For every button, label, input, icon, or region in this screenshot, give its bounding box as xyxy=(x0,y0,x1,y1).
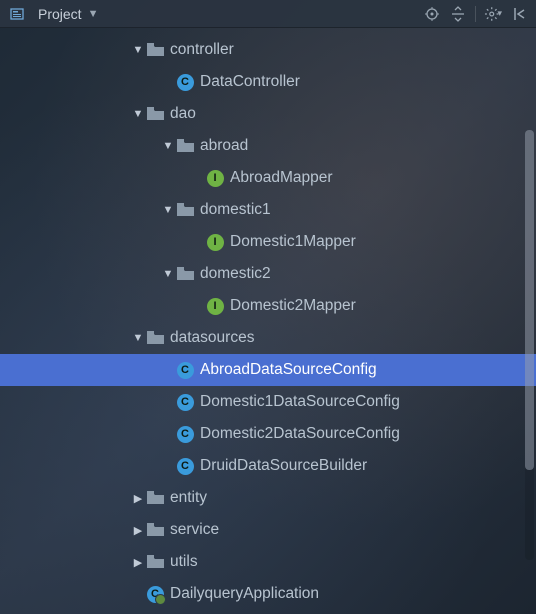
interface-icon: I xyxy=(206,169,224,187)
separator xyxy=(475,6,476,22)
tree-node-label: Domestic2Mapper xyxy=(230,297,356,315)
class-icon: C xyxy=(176,457,194,475)
tree-node-label: service xyxy=(170,521,219,539)
expand-collapse-icon[interactable]: ▼ xyxy=(160,204,176,216)
tree-node-label: Domestic2DataSourceConfig xyxy=(200,425,400,443)
class-icon: C xyxy=(176,361,194,379)
interface-icon: I xyxy=(206,233,224,251)
expand-collapse-icon[interactable]: ▼ xyxy=(160,140,176,152)
tree-row[interactable]: ▼ domestic1 xyxy=(0,194,536,226)
project-pane-icon xyxy=(8,5,26,23)
scrollbar[interactable] xyxy=(525,130,534,560)
expand-expand-icon[interactable]: ▶ xyxy=(130,524,146,537)
expand-collapse-icon[interactable]: ▼ xyxy=(130,108,146,120)
chevron-down-icon: ▼ xyxy=(88,8,99,20)
class-icon: C xyxy=(176,73,194,91)
tree-row[interactable]: ▶ utils xyxy=(0,546,536,578)
app-class-icon: C xyxy=(146,585,164,603)
tree-row[interactable]: ▶CDomestic2DataSourceConfig xyxy=(0,418,536,450)
tree-node-label: datasources xyxy=(170,329,254,347)
tree-row[interactable]: ▼ abroad xyxy=(0,130,536,162)
tree-row[interactable]: ▶IAbroadMapper xyxy=(0,162,536,194)
folder-icon xyxy=(146,105,164,123)
scrollbar-thumb[interactable] xyxy=(525,130,534,470)
folder-icon xyxy=(176,265,194,283)
expand-collapse-icon[interactable]: ▼ xyxy=(130,332,146,344)
folder-icon xyxy=(146,41,164,59)
tree-node-label: dao xyxy=(170,105,196,123)
tool-window-header: Project ▼ ▾ xyxy=(0,0,536,28)
tree-row[interactable]: ▶ entity xyxy=(0,482,536,514)
expand-expand-icon[interactable]: ▶ xyxy=(130,556,146,569)
folder-icon xyxy=(146,521,164,539)
project-view-selector[interactable]: Project ▼ xyxy=(8,5,98,23)
folder-icon xyxy=(146,329,164,347)
tree-node-label: Domestic1DataSourceConfig xyxy=(200,393,400,411)
tree-node-label: Domestic1Mapper xyxy=(230,233,356,251)
tree-node-label: DataController xyxy=(200,73,300,91)
project-tree[interactable]: ▼ controller ▶ C DataController ▼ dao ▼ abroad ▶ I… xyxy=(0,28,536,610)
tree-node-label: DruidDataSourceBuilder xyxy=(200,457,367,475)
tree-row[interactable]: ▶CDataController xyxy=(0,66,536,98)
collapse-all-icon[interactable] xyxy=(449,5,467,23)
tree-row[interactable]: ▶IDomestic2Mapper xyxy=(0,290,536,322)
tree-node-label: domestic2 xyxy=(200,265,271,283)
class-icon: C xyxy=(176,425,194,443)
tree-node-label: AbroadDataSourceConfig xyxy=(200,361,377,379)
tree-node-label: domestic1 xyxy=(200,201,271,219)
expand-collapse-icon[interactable]: ▼ xyxy=(130,44,146,56)
tree-row[interactable]: ▶ service xyxy=(0,514,536,546)
folder-icon xyxy=(176,137,194,155)
tree-row[interactable]: ▼ datasources xyxy=(0,322,536,354)
class-icon: C xyxy=(176,393,194,411)
interface-icon: I xyxy=(206,297,224,315)
settings-icon[interactable]: ▾ xyxy=(484,5,502,23)
expand-collapse-icon[interactable]: ▼ xyxy=(160,268,176,280)
tree-row[interactable]: ▼ controller xyxy=(0,34,536,66)
tree-row[interactable]: ▶CDomestic1DataSourceConfig xyxy=(0,386,536,418)
expand-expand-icon[interactable]: ▶ xyxy=(130,492,146,505)
folder-icon xyxy=(176,201,194,219)
tree-node-label: abroad xyxy=(200,137,248,155)
folder-icon xyxy=(146,553,164,571)
tree-row[interactable]: ▶CDruidDataSourceBuilder xyxy=(0,450,536,482)
tree-row[interactable]: ▼ dao xyxy=(0,98,536,130)
tree-row[interactable]: ▼ domestic2 xyxy=(0,258,536,290)
hide-icon[interactable] xyxy=(510,5,528,23)
tree-row[interactable]: ▶CDailyqueryApplication xyxy=(0,578,536,610)
folder-icon xyxy=(146,489,164,507)
toolbar-actions: ▾ xyxy=(423,5,528,23)
tree-node-label: AbroadMapper xyxy=(230,169,333,187)
locate-icon[interactable] xyxy=(423,5,441,23)
tree-node-label: controller xyxy=(170,41,234,59)
tree-node-label: DailyqueryApplication xyxy=(170,585,319,603)
tree-row[interactable]: ▶CAbroadDataSourceConfig xyxy=(0,354,536,386)
tree-node-label: entity xyxy=(170,489,207,507)
tree-row[interactable]: ▶IDomestic1Mapper xyxy=(0,226,536,258)
project-view-label: Project xyxy=(38,6,82,22)
tree-node-label: utils xyxy=(170,553,198,571)
